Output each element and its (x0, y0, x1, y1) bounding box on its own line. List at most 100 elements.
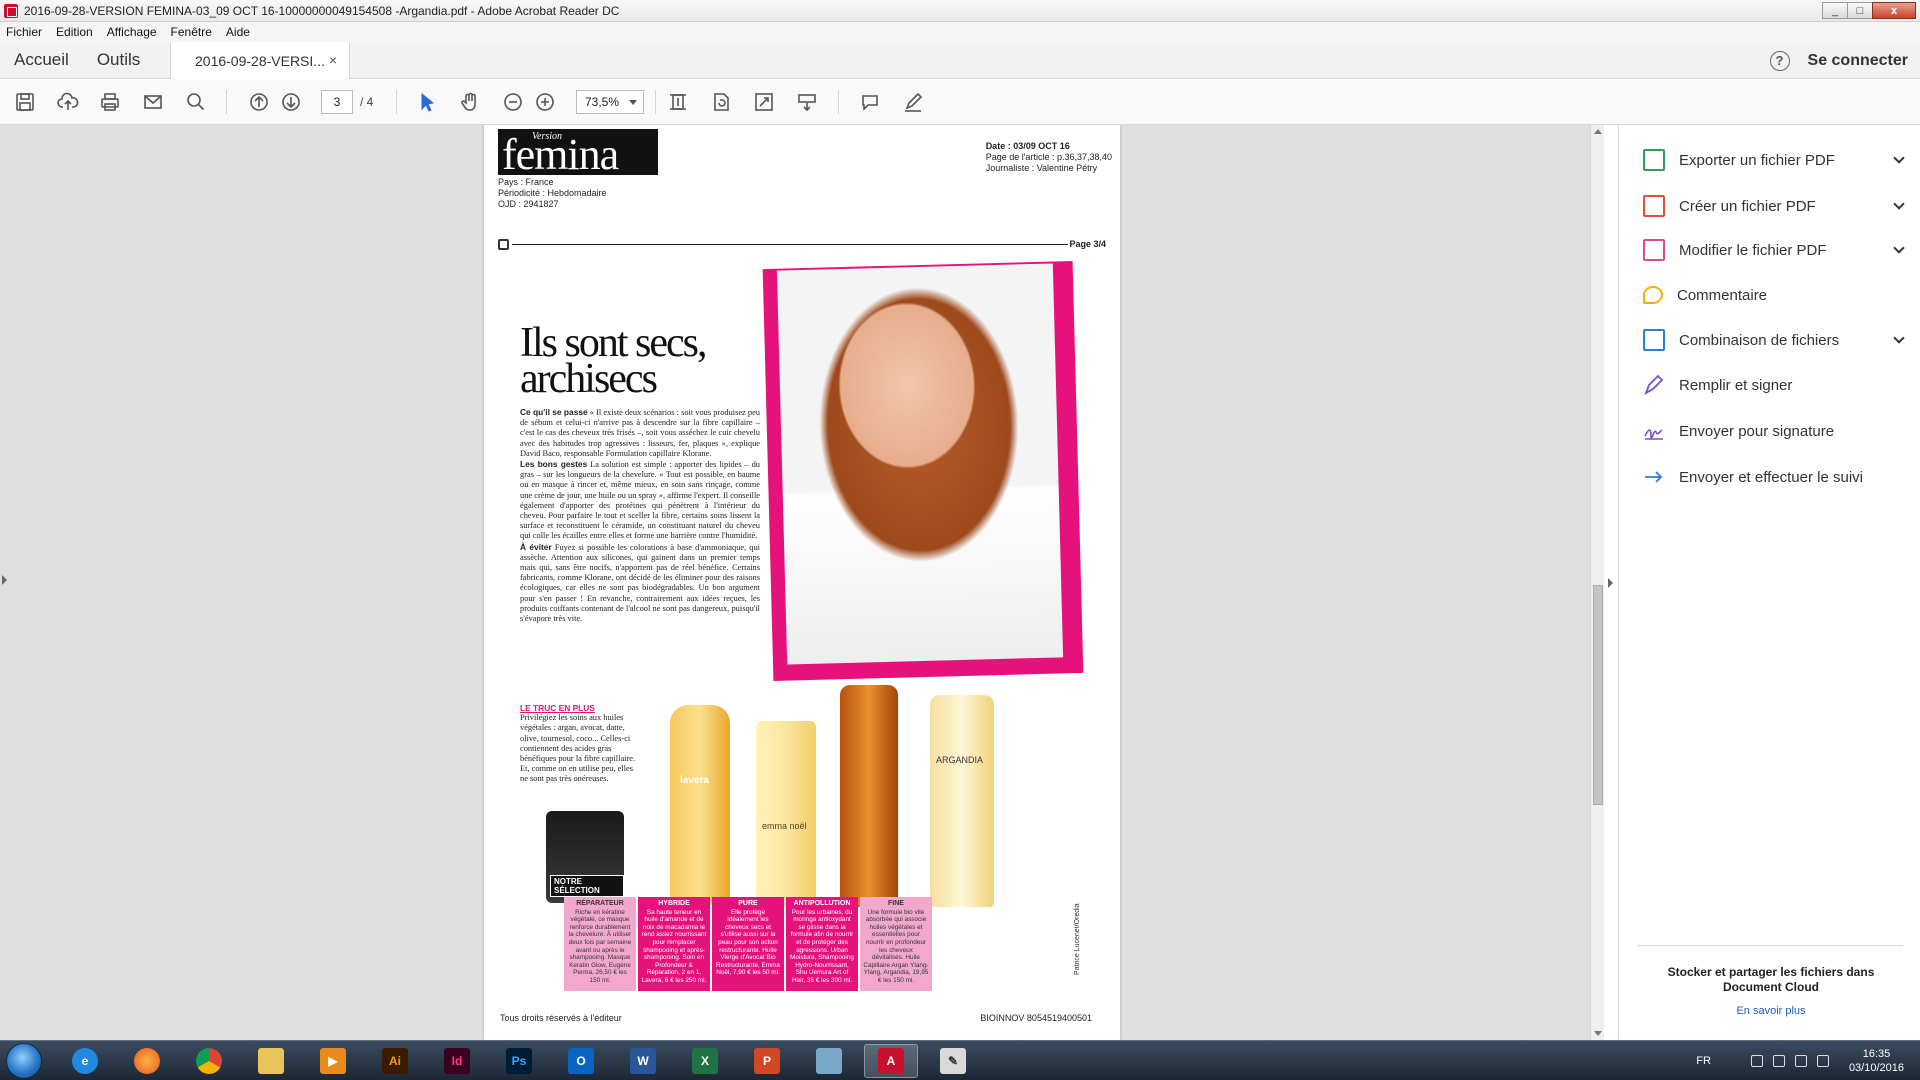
pdf-page: Version femina Pays : France Périodicité… (484, 125, 1120, 1040)
language-indicator[interactable]: FR (1696, 1055, 1711, 1067)
card-title: RÉPARATEUR (576, 900, 624, 907)
menu-edition[interactable]: Edition (56, 25, 93, 39)
select-cursor-icon[interactable] (414, 89, 440, 115)
hand-tool-icon[interactable] (457, 89, 483, 115)
chevron-down-icon[interactable] (1893, 242, 1905, 254)
media-player-icon: ▶ (320, 1048, 346, 1074)
pen-sign-icon (1643, 374, 1665, 396)
scroll-mode-icon[interactable] (794, 89, 820, 115)
paint-icon: ✎ (940, 1048, 966, 1074)
taskbar-image-viewer[interactable] (802, 1044, 856, 1078)
clock[interactable]: 16:35 03/10/2016 (1849, 1047, 1904, 1075)
taskbar-acrobat[interactable]: A (864, 1044, 918, 1078)
collapse-right-pane-icon[interactable] (1608, 578, 1613, 588)
selection-label: NOTRE SÉLECTION (550, 875, 624, 897)
taskbar-media[interactable]: ▶ (306, 1044, 360, 1078)
tool-export-pdf[interactable]: Exporter un fichier PDF (1643, 146, 1905, 174)
learn-more-link[interactable]: En savoir plus (1643, 1005, 1899, 1017)
taskbar-excel[interactable]: X (678, 1044, 732, 1078)
sign-in-button[interactable]: Se connecter (1808, 52, 1908, 70)
tool-comment[interactable]: Commentaire (1643, 281, 1903, 309)
menu-affichage[interactable]: Affichage (107, 25, 157, 39)
product-label-argandia: ARGANDIA (936, 755, 984, 765)
email-icon[interactable] (140, 89, 166, 115)
fit-page-icon[interactable] (665, 89, 691, 115)
product-label-lavera: lavera (680, 775, 709, 786)
minimize-button[interactable]: _ (1822, 2, 1848, 19)
tool-send-signature[interactable]: Envoyer pour signature (1643, 417, 1903, 445)
chevron-down-icon[interactable] (1893, 332, 1905, 344)
close-window-button[interactable]: x (1872, 2, 1916, 19)
card-title: PURE (738, 900, 758, 907)
account-area: ? Se connecter (1769, 42, 1908, 79)
menu-fenetre[interactable]: Fenêtre (171, 25, 212, 39)
zoom-out-icon[interactable] (500, 89, 526, 115)
full-screen-icon[interactable] (751, 89, 777, 115)
tab-tools[interactable]: Outils (83, 42, 154, 79)
model-photo (776, 263, 1064, 665)
tool-send-track[interactable]: Envoyer et effectuer le suivi (1643, 463, 1903, 491)
tab-home[interactable]: Accueil (0, 42, 83, 79)
product-bottle-argandia: ARGANDIA (930, 695, 994, 907)
vertical-scrollbar[interactable] (1590, 125, 1604, 1040)
meta-ojd: OJD : 2941827 (498, 199, 559, 209)
illustrator-icon: Ai (382, 1048, 408, 1074)
page-total: / 4 (360, 95, 374, 109)
taskbar-photoshop[interactable]: Ps (492, 1044, 546, 1078)
volume-icon[interactable] (1816, 1055, 1829, 1067)
print-icon[interactable] (97, 89, 123, 115)
firefox-icon (134, 1048, 160, 1074)
chevron-down-icon[interactable] (1893, 152, 1905, 164)
expand-left-pane-icon[interactable] (2, 575, 7, 585)
zoom-level-select[interactable]: 73,5% (576, 90, 644, 114)
flag-icon[interactable] (1772, 1055, 1785, 1067)
scrollbar-thumb[interactable] (1593, 585, 1603, 805)
document-viewport[interactable]: Version femina Pays : France Périodicité… (0, 125, 1604, 1040)
page-number-input[interactable]: 3 (321, 90, 353, 114)
next-page-icon[interactable] (278, 89, 304, 115)
tool-label: Remplir et signer (1679, 376, 1793, 394)
taskbar-outlook[interactable]: O (554, 1044, 608, 1078)
system-tray: FR 16:35 03/10/2016 (1696, 1041, 1904, 1080)
tool-label: Commentaire (1677, 286, 1768, 304)
indesign-icon: Id (444, 1048, 470, 1074)
save-icon[interactable] (12, 89, 38, 115)
zoom-in-icon[interactable] (532, 89, 558, 115)
edit-pdf-icon (1643, 239, 1665, 261)
tool-combine-files[interactable]: Combinaison de fichiers (1643, 326, 1905, 354)
taskbar-indesign[interactable]: Id (430, 1044, 484, 1078)
highlight-pen-icon[interactable] (900, 89, 926, 115)
tray-expand-icon[interactable] (1750, 1055, 1763, 1067)
tool-fill-sign[interactable]: Remplir et signer (1643, 371, 1903, 399)
taskbar-explorer[interactable] (244, 1044, 298, 1078)
scroll-down-icon[interactable] (1594, 1031, 1602, 1036)
menu-aide[interactable]: Aide (226, 25, 250, 39)
taskbar-firefox[interactable] (120, 1044, 174, 1078)
folder-icon (258, 1048, 284, 1074)
maximize-button[interactable]: □ (1847, 2, 1873, 19)
network-icon[interactable] (1794, 1055, 1807, 1067)
menu-fichier[interactable]: Fichier (6, 25, 42, 39)
comment-icon[interactable] (857, 89, 883, 115)
window-controls: _ □ x (1822, 2, 1916, 19)
previous-page-icon[interactable] (246, 89, 272, 115)
taskbar-paint[interactable]: ✎ (926, 1044, 980, 1078)
taskbar-chrome[interactable] (182, 1044, 236, 1078)
upload-cloud-icon[interactable] (55, 89, 81, 115)
tool-edit-pdf[interactable]: Modifier le fichier PDF (1643, 236, 1905, 264)
taskbar-word[interactable]: W (616, 1044, 670, 1078)
clock-date: 03/10/2016 (1848, 1062, 1904, 1074)
taskbar-ie[interactable]: e (58, 1044, 112, 1078)
search-icon[interactable] (183, 89, 209, 115)
tool-create-pdf[interactable]: Créer un fichier PDF (1643, 192, 1905, 220)
rotate-page-icon[interactable] (708, 89, 734, 115)
taskbar-illustrator[interactable]: Ai (368, 1044, 422, 1078)
scroll-up-icon[interactable] (1594, 129, 1602, 134)
chevron-down-icon[interactable] (1893, 198, 1905, 210)
tab-document[interactable]: 2016-09-28-VERSI... × (170, 42, 350, 79)
start-button[interactable] (6, 1043, 42, 1079)
help-icon[interactable]: ? (1769, 50, 1790, 71)
taskbar-powerpoint[interactable]: P (740, 1044, 794, 1078)
close-tab-icon[interactable]: × (329, 52, 337, 68)
acrobat-icon: A (878, 1048, 904, 1074)
